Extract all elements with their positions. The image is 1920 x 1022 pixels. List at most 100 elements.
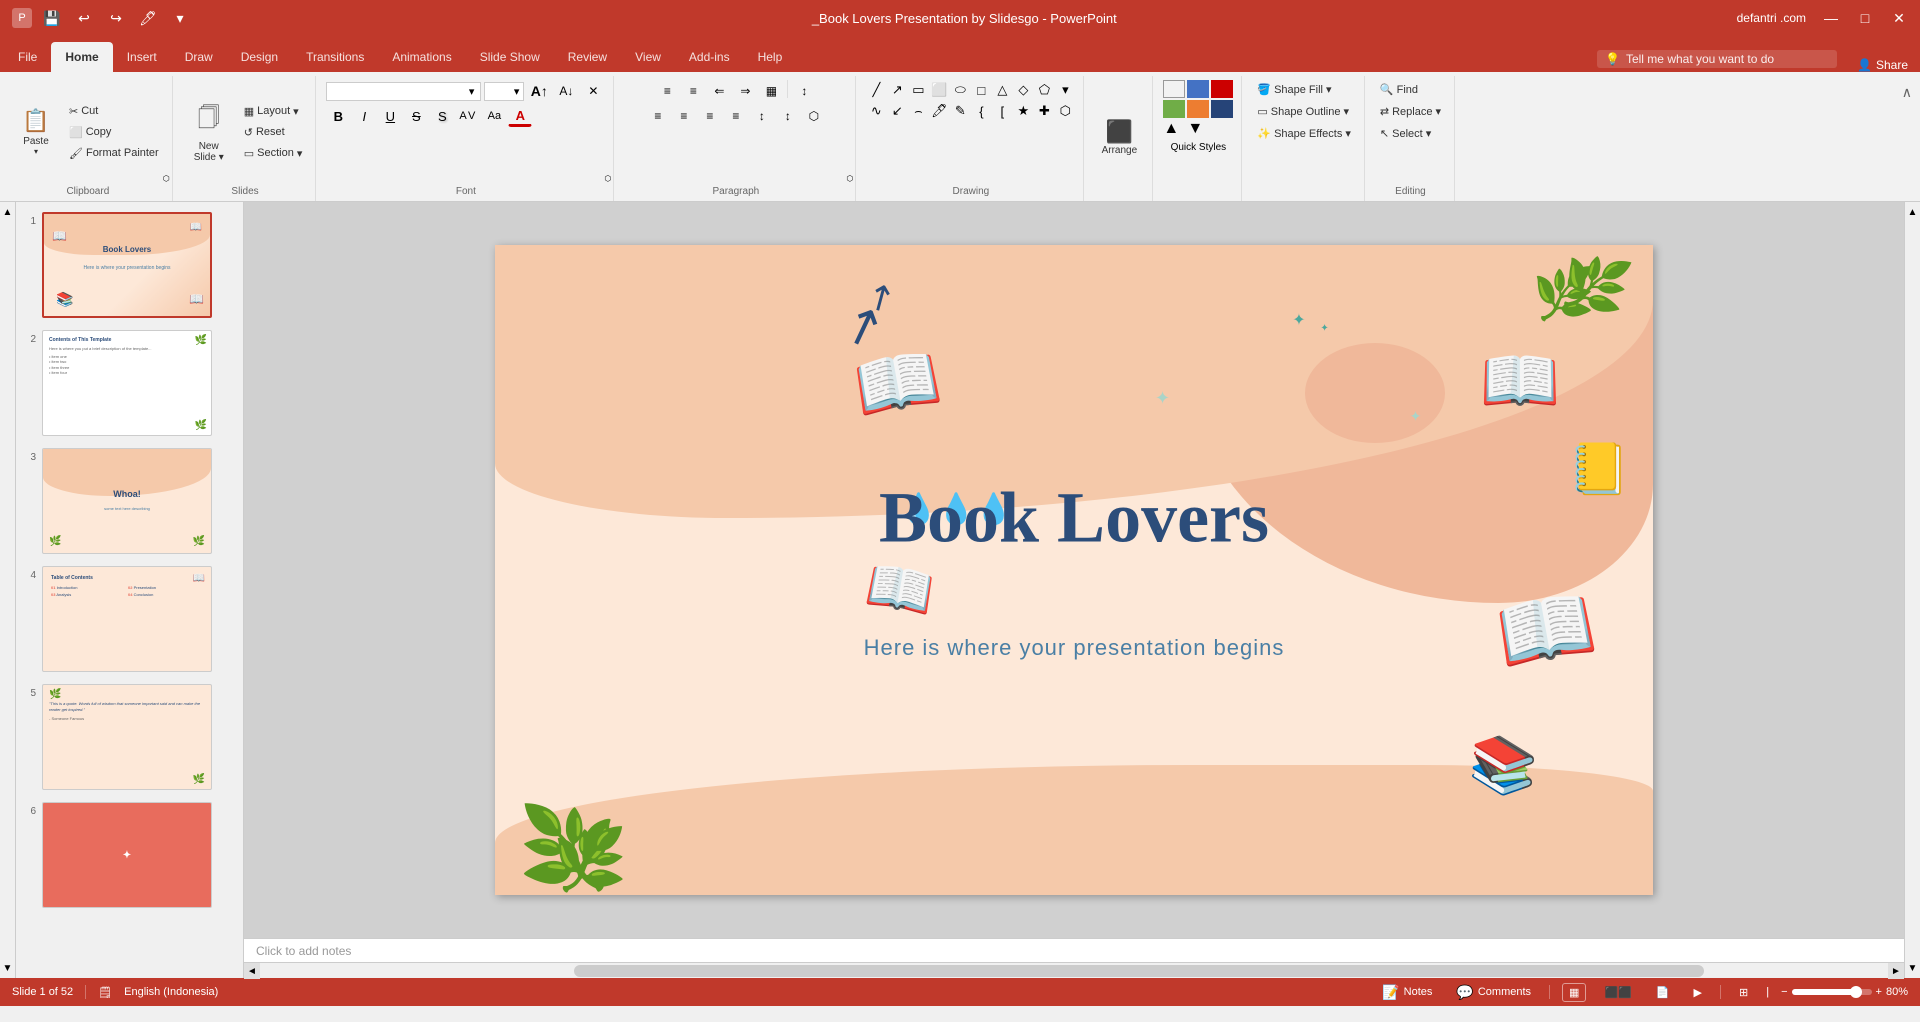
tab-file[interactable]: File — [4, 42, 51, 72]
qs-orange[interactable] — [1187, 100, 1209, 118]
tab-animations[interactable]: Animations — [378, 42, 465, 72]
justify-button[interactable]: ≡ — [724, 105, 748, 127]
strikethrough-button[interactable]: S — [404, 105, 428, 127]
fit-slide-button[interactable]: ⊞ — [1733, 984, 1754, 1001]
slide-item-3[interactable]: 3 Whoa! some text here describing 🌿 🌿 — [20, 446, 239, 556]
save-button[interactable]: 💾 — [40, 6, 64, 30]
shape-brace[interactable]: { — [971, 101, 991, 121]
scroll-thumb[interactable] — [574, 965, 1704, 977]
reset-button[interactable]: ↺ Reset — [239, 123, 308, 142]
font-color-button[interactable]: A — [508, 105, 532, 127]
font-launcher[interactable]: ⬡ — [604, 174, 611, 183]
copy-button[interactable]: ⬜ Copy — [64, 123, 164, 142]
notes-button[interactable]: 📝 Notes — [1376, 982, 1438, 1003]
tab-draw[interactable]: Draw — [171, 42, 227, 72]
qs-none[interactable] — [1163, 80, 1185, 98]
bullets-button[interactable]: ≡ — [655, 80, 679, 102]
collapse-ribbon-button[interactable]: ∧ — [1898, 76, 1916, 201]
text-direction-button[interactable]: ↕ — [750, 105, 774, 127]
align-center-button[interactable]: ≡ — [672, 105, 696, 127]
notes-bar[interactable]: Click to add notes — [244, 938, 1904, 962]
format-painter-button[interactable]: 🖌 Format Painter — [64, 144, 164, 163]
font-family-selector[interactable]: ▾ — [326, 82, 481, 101]
scroll-down-right-button[interactable]: ▼ — [1905, 958, 1920, 978]
align-right-button[interactable]: ≡ — [698, 105, 722, 127]
paste-button[interactable]: 📋 Paste ▾ — [12, 104, 60, 160]
underline-button[interactable]: U — [378, 105, 402, 127]
shape-rect[interactable]: ▭ — [908, 80, 928, 100]
shape-callout[interactable]: □ — [971, 80, 991, 100]
zoom-out-button[interactable]: − — [1781, 986, 1787, 998]
clipboard-launcher[interactable]: ⬡ — [163, 174, 170, 183]
slide-item-6[interactable]: 6 ✦ — [20, 800, 239, 910]
slide-thumb-4[interactable]: Table of Contents 01 Introduction 02 Pre… — [42, 566, 212, 672]
change-case-button[interactable]: Aa — [482, 105, 506, 127]
font-size-selector[interactable]: ▾ — [484, 82, 524, 101]
scroll-left-button[interactable]: ◄ — [244, 963, 260, 979]
zoom-in-button[interactable]: + — [1876, 986, 1882, 998]
increase-font-size-button[interactable]: A↑ — [527, 80, 551, 102]
new-slide-button[interactable]: 🗍 New Slide ▾ — [183, 97, 235, 167]
slide-item-5[interactable]: 5 "This is a quote. Words full of wisdom… — [20, 682, 239, 792]
share-button[interactable]: 👤 Share — [1857, 58, 1908, 72]
slide-subtitle[interactable]: Here is where your presentation begins — [864, 635, 1285, 661]
reading-view-button[interactable]: 📄 — [1650, 984, 1676, 1001]
decrease-indent-button[interactable]: ⇐ — [707, 80, 731, 102]
qs-blue[interactable] — [1187, 80, 1209, 98]
scroll-up-right-button[interactable]: ▲ — [1905, 202, 1920, 222]
shape-curve[interactable]: ∿ — [866, 101, 886, 121]
shape-diamond[interactable]: ◇ — [1013, 80, 1033, 100]
slide-item-1[interactable]: 1 Book Lovers Here is where your present… — [20, 210, 239, 320]
slide-item-4[interactable]: 4 Table of Contents 01 Introduction 02 P… — [20, 564, 239, 674]
normal-view-button[interactable]: ▦ — [1562, 983, 1586, 1002]
minimize-button[interactable]: — — [1822, 9, 1840, 27]
slideshow-button[interactable]: ▶ — [1688, 984, 1708, 1001]
shape-star[interactable]: ★ — [1013, 101, 1033, 121]
redo-button[interactable]: ↪ — [104, 6, 128, 30]
shape-scribble[interactable]: ✎ — [950, 101, 970, 121]
tab-slideshow[interactable]: Slide Show — [466, 42, 554, 72]
qs-red[interactable] — [1211, 80, 1233, 98]
maximize-button[interactable]: □ — [1856, 9, 1874, 27]
scroll-right-button[interactable]: ► — [1888, 963, 1904, 979]
numbering-button[interactable]: ≡ — [681, 80, 705, 102]
close-button[interactable]: ✕ — [1890, 9, 1908, 27]
slide-thumb-2[interactable]: Contents of This Template Here is where … — [42, 330, 212, 436]
shape-outline-button[interactable]: ▭ Shape Outline ▾ — [1252, 102, 1354, 121]
tab-transitions[interactable]: Transitions — [292, 42, 378, 72]
char-spacing-button[interactable]: AV — [456, 105, 480, 127]
slides-scroll[interactable]: ▲ ▼ — [0, 202, 16, 978]
qs-scroll-down[interactable]: ▼ — [1187, 120, 1193, 138]
align-left-button[interactable]: ≡ — [646, 105, 670, 127]
scroll-up-button[interactable]: ▲ — [0, 202, 15, 222]
slide-canvas[interactable]: 🌿 🌿 ↗ ↗ 📖 💧💧💧 📖 🌿 🌿 📖 📖 — [495, 245, 1653, 895]
shape-line[interactable]: ╱ — [866, 80, 886, 100]
select-button[interactable]: ↖ Select ▾ — [1375, 124, 1436, 143]
comments-button[interactable]: 💬 Comments — [1450, 982, 1537, 1003]
slide-thumb-5[interactable]: "This is a quote. Words full of wisdom t… — [42, 684, 212, 790]
zoom-slider[interactable] — [1792, 989, 1872, 995]
shape-connector[interactable]: ↙ — [887, 101, 907, 121]
shape-fill-button[interactable]: 🪣 Shape Fill ▾ — [1252, 80, 1336, 99]
text-shadow-button[interactable]: S — [430, 105, 454, 127]
qs-darkblue[interactable] — [1211, 100, 1233, 118]
shape-freeform[interactable]: 🖊 — [929, 101, 949, 121]
tab-view[interactable]: View — [621, 42, 675, 72]
shapes-more[interactable]: ▾ — [1055, 80, 1075, 100]
tab-help[interactable]: Help — [744, 42, 797, 72]
cut-button[interactable]: ✂ Cut — [64, 102, 164, 121]
shape-rounded-rect[interactable]: ⬜ — [929, 80, 949, 100]
decrease-font-size-button[interactable]: A↓ — [554, 80, 578, 102]
undo-button[interactable]: ↩ — [72, 6, 96, 30]
user-name[interactable]: defantri .com — [1737, 11, 1806, 25]
slide-thumb-6[interactable]: ✦ — [42, 802, 212, 908]
tab-home[interactable]: Home — [51, 42, 112, 72]
qs-green[interactable] — [1163, 100, 1185, 118]
section-button[interactable]: ▭ Section ▾ — [239, 144, 308, 163]
slide-sorter-button[interactable]: ⬛⬛ — [1598, 984, 1637, 1001]
shape-cube[interactable]: ⬡ — [1055, 101, 1075, 121]
slide-thumb-3[interactable]: Whoa! some text here describing 🌿 🌿 — [42, 448, 212, 554]
scroll-down-button[interactable]: ▼ — [0, 958, 15, 978]
slide-item-2[interactable]: 2 Contents of This Template Here is wher… — [20, 328, 239, 438]
shape-arc[interactable]: ⌢ — [908, 101, 928, 121]
